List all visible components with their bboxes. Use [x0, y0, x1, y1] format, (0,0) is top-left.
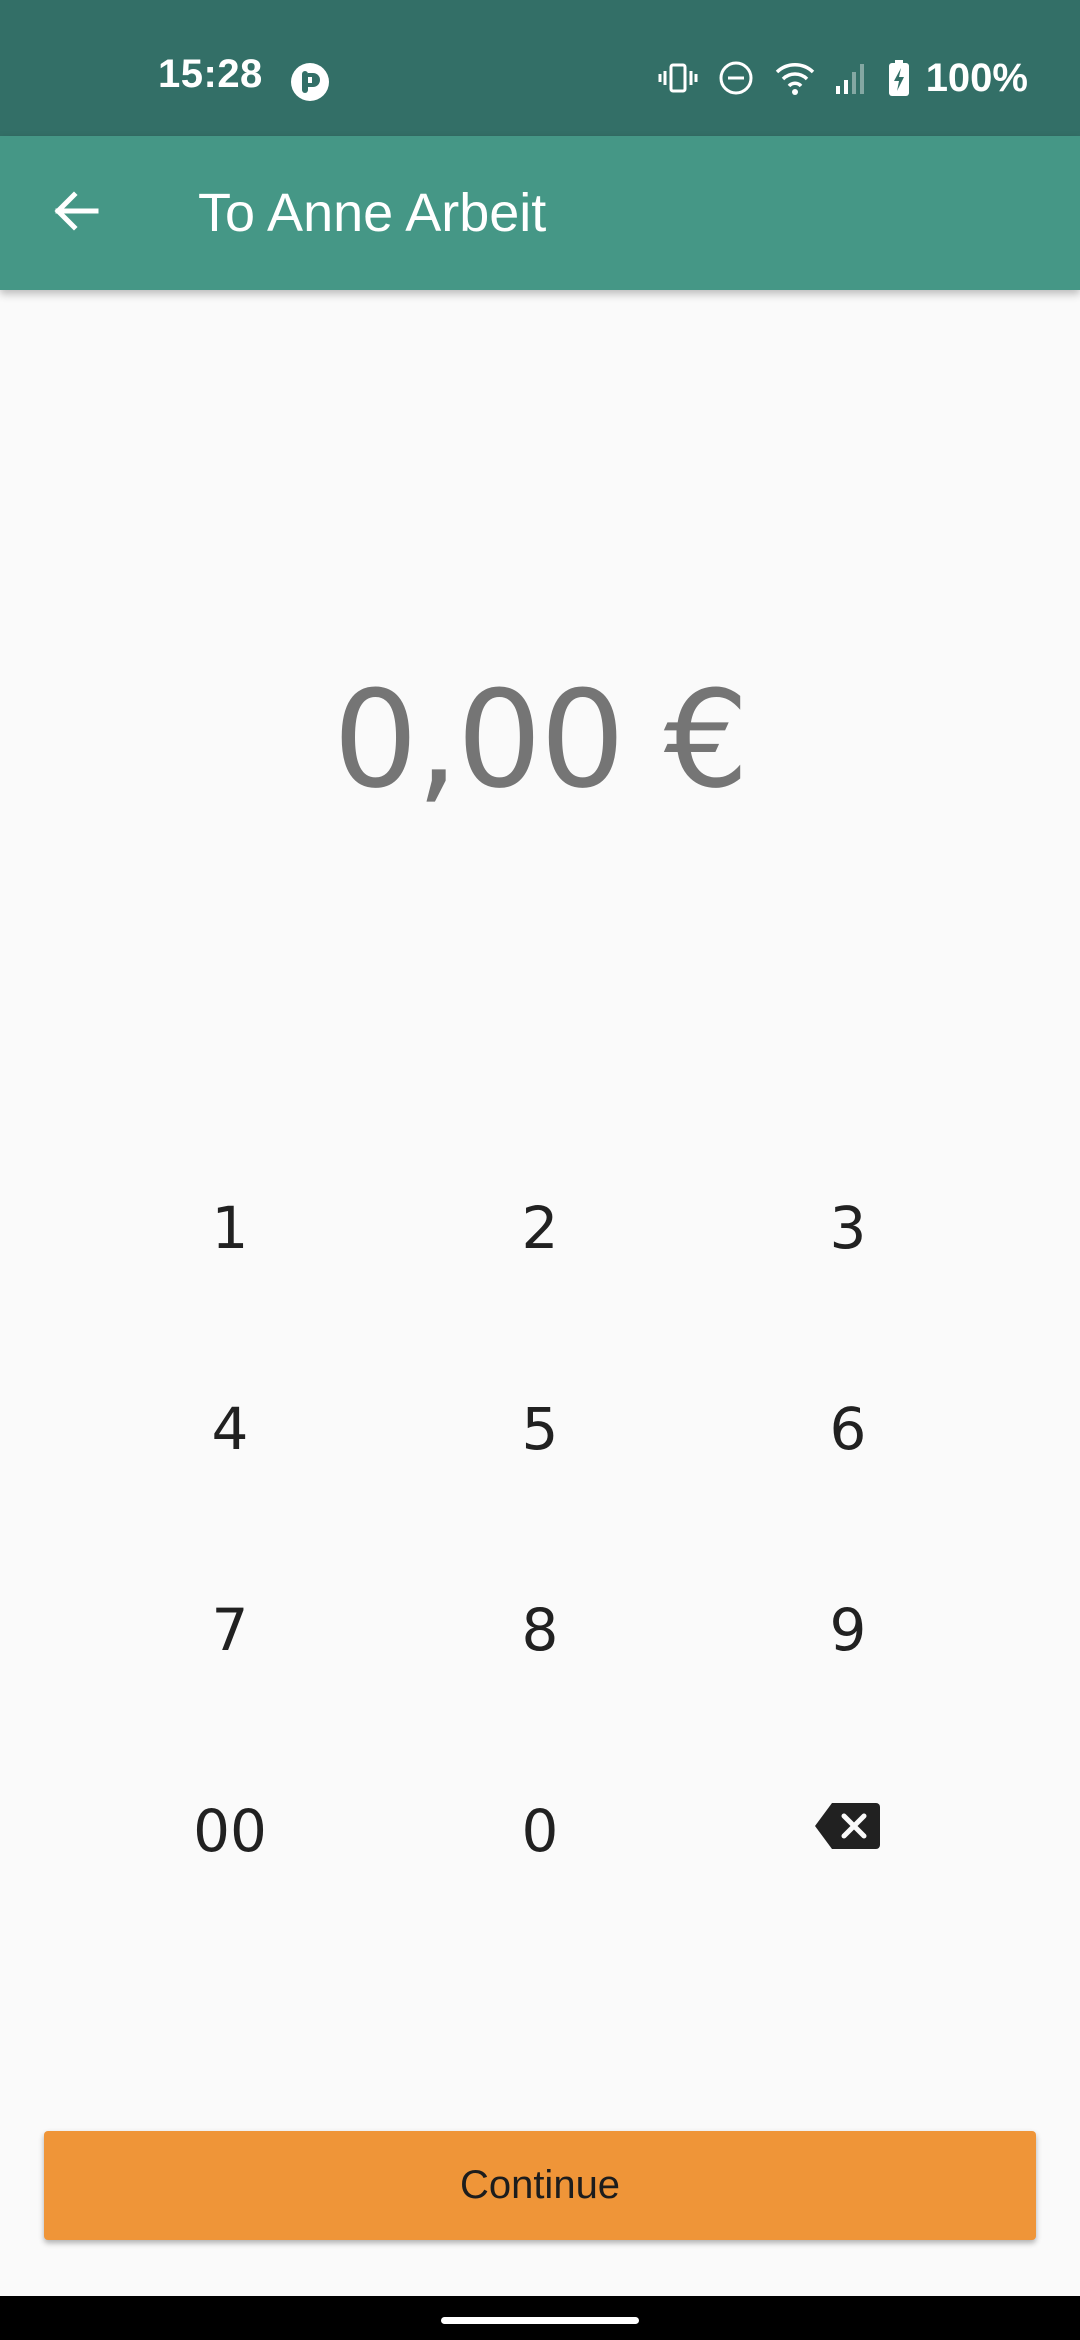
wifi-icon — [774, 58, 816, 98]
vibrate-icon — [658, 58, 698, 98]
do-not-disturb-icon — [716, 58, 756, 98]
status-icons: 100% — [658, 56, 1028, 100]
key-7[interactable]: 7 — [80, 1540, 380, 1720]
key-8[interactable]: 8 — [390, 1540, 690, 1720]
app-bar: To Anne Arbeit — [0, 136, 1080, 290]
key-6[interactable]: 6 — [698, 1339, 998, 1519]
arrow-back-icon — [50, 185, 102, 242]
key-00[interactable]: 00 — [80, 1741, 380, 1921]
backspace-icon — [814, 1797, 882, 1865]
backspace-key[interactable] — [698, 1741, 998, 1921]
cell-signal-icon — [834, 58, 868, 98]
continue-button[interactable]: Continue — [44, 2131, 1036, 2240]
home-gesture-handle[interactable] — [441, 2317, 639, 2324]
continue-button-label: Continue — [459, 2163, 621, 2207]
page-title: To Anne Arbeit — [198, 183, 547, 243]
app-notification-icon — [290, 62, 330, 102]
battery-charging-icon — [886, 58, 912, 98]
amount-display: 0,00 € — [332, 662, 749, 818]
navigation-bar — [0, 2296, 1080, 2340]
screen: 15:28 100% To Anne Arbeit 0,00 € 1 2 3 4… — [0, 0, 1080, 2340]
key-0[interactable]: 0 — [390, 1741, 690, 1921]
status-bar: 15:28 100% — [0, 0, 1080, 136]
key-9[interactable]: 9 — [698, 1540, 998, 1720]
key-1[interactable]: 1 — [80, 1138, 380, 1318]
key-3[interactable]: 3 — [698, 1138, 998, 1318]
status-time: 15:28 — [158, 52, 263, 96]
battery-percent: 100% — [925, 55, 1028, 100]
key-2[interactable]: 2 — [390, 1138, 690, 1318]
key-5[interactable]: 5 — [390, 1339, 690, 1519]
numeric-keypad: 1 2 3 4 5 6 7 8 9 00 0 — [0, 1138, 1080, 1946]
key-4[interactable]: 4 — [80, 1339, 380, 1519]
back-button[interactable] — [36, 173, 116, 253]
